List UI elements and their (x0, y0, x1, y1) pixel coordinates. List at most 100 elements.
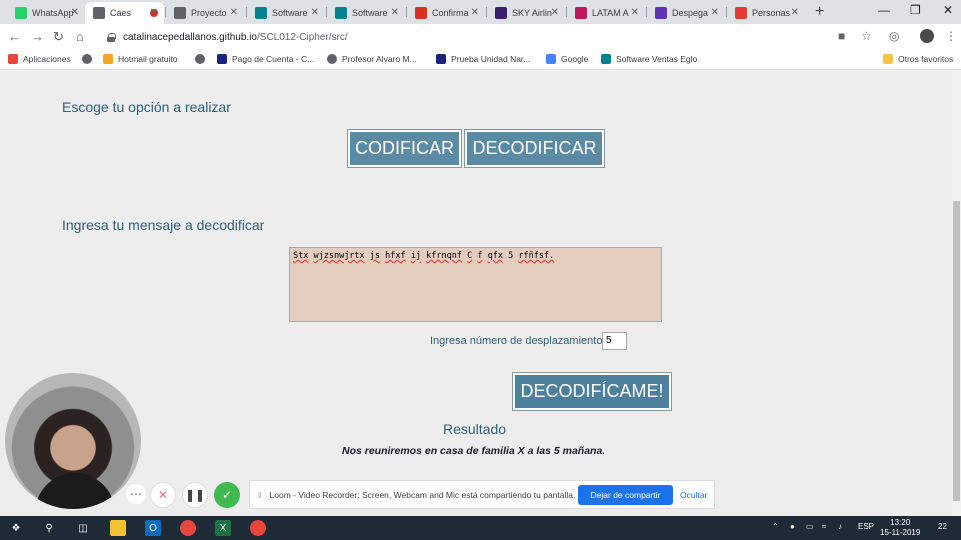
bookmark-label: Software Ventas Eglo (616, 54, 698, 64)
browser-tab[interactable]: SKY Airlin ✕ (487, 2, 565, 24)
pause-icon[interactable]: ❚❚ (182, 482, 208, 508)
other-bookmarks[interactable]: Otros favoritos (883, 54, 953, 64)
message-word: js (369, 251, 381, 261)
wifi-icon[interactable]: ≈ (822, 522, 826, 531)
new-tab-button[interactable]: + (815, 3, 824, 21)
page-scrollbar[interactable] (952, 71, 961, 516)
search-icon[interactable]: ⚲ (41, 520, 57, 536)
home-icon[interactable]: ⌂ (76, 29, 84, 44)
msn-icon (103, 54, 113, 64)
profile-avatar[interactable] (920, 29, 934, 43)
bookmark-item[interactable]: Profesor Alvaro M... (327, 54, 417, 64)
decode-me-button[interactable]: DECODIFÍCAME! (512, 372, 672, 411)
browser-tab[interactable]: LATAM A ✕ (567, 2, 645, 24)
clock-date: 15-11-2019 (880, 528, 921, 537)
volume-icon[interactable]: ♪ (838, 522, 842, 531)
bookmark-item[interactable]: Google (546, 54, 588, 64)
tray-expand-icon[interactable]: ⌃ (772, 522, 779, 531)
browser-tab[interactable]: Proyecto ✕ (166, 2, 244, 24)
bookmark-item[interactable]: Hotmail gratuito (103, 54, 178, 64)
tab-separator (406, 7, 407, 17)
browser-tab[interactable]: Personas ✕ (727, 2, 805, 24)
window-close-icon[interactable]: ✕ (943, 3, 953, 17)
task-view-icon[interactable]: ◫ (75, 520, 91, 536)
url-path: /SCL012-Cipher/src/ (257, 31, 348, 43)
stop-sharing-button[interactable]: Dejar de compartir (578, 485, 673, 505)
browser-tab[interactable]: WhatsApp ✕ (7, 2, 85, 24)
browser-tab[interactable]: Software ✕ (247, 2, 325, 24)
bookmark-item[interactable]: Pago de Cuenta - C... (217, 54, 314, 64)
browser-tab[interactable]: Despega ✕ (647, 2, 725, 24)
restore-icon[interactable]: ❐ (910, 3, 921, 17)
tab-close-icon[interactable]: ✕ (71, 7, 79, 18)
language-indicator[interactable]: ESP (858, 522, 874, 531)
tab-close-icon[interactable]: ✕ (711, 7, 719, 18)
battery-icon[interactable]: ▭ (806, 522, 814, 531)
bookmark-star-icon[interactable]: ☆ (861, 29, 872, 43)
globe-icon (327, 54, 337, 64)
menu-dots-icon[interactable]: ⋮ (945, 29, 957, 43)
bookmark-item[interactable]: Software Ventas Eglo (601, 54, 697, 64)
shift-input[interactable]: 5 (602, 332, 627, 350)
bookmark-item[interactable]: Aplicaciones (8, 54, 71, 64)
hide-link[interactable]: Ocultar (680, 490, 707, 500)
excel-icon[interactable]: X (215, 520, 231, 536)
camera-icon[interactable]: ■ (838, 29, 845, 43)
address-bar[interactable]: catalinacepedallanos.github.io/SCL012-Ci… (97, 27, 877, 47)
bookmark-item[interactable] (195, 54, 210, 64)
tab-label: Caes (110, 8, 132, 18)
browser-tab[interactable]: Confirma ✕ (407, 2, 485, 24)
tab-separator (326, 7, 327, 17)
tab-close-icon[interactable]: ✕ (311, 7, 319, 18)
message-word: rfñfsf. (518, 251, 555, 261)
finish-recording-icon[interactable]: ✓ (214, 482, 240, 508)
cancel-recording-icon[interactable]: ✕ (150, 482, 176, 508)
bookmark-label: Hotmail gratuito (118, 54, 178, 64)
decode-button[interactable]: DECODIFICAR (464, 129, 605, 168)
windows-start-icon[interactable]: ❖ (8, 520, 24, 536)
microphone-icon[interactable]: ● (790, 522, 795, 531)
tab-separator (246, 7, 247, 17)
tab-close-icon[interactable]: ✕ (230, 7, 238, 18)
extension-icon[interactable]: ◎ (889, 29, 899, 43)
latam-icon (575, 7, 587, 19)
chrome-icon[interactable] (180, 520, 196, 536)
tab-close-icon[interactable]: ✕ (391, 7, 399, 18)
message-word: C (467, 251, 473, 261)
outlook-icon[interactable]: O (145, 520, 161, 536)
forward-icon[interactable]: → (31, 29, 44, 44)
bookmark-item[interactable] (82, 54, 97, 64)
globe-icon (82, 54, 92, 64)
minimize-icon[interactable]: — (878, 3, 890, 17)
webcam-bubble[interactable] (5, 373, 141, 509)
message-word: 5 (508, 251, 514, 261)
file-explorer-icon[interactable] (110, 520, 126, 536)
bookmark-label: Prueba Unidad Nar... (451, 54, 531, 64)
flag-icon (335, 7, 347, 19)
more-options-icon[interactable]: ⋯ (126, 484, 146, 504)
browser-tab[interactable]: Caes ✕ (85, 2, 164, 24)
clock-time: 13:20 (890, 518, 911, 527)
reload-icon[interactable]: ↻ (53, 29, 64, 45)
tab-close-icon[interactable]: ✕ (150, 7, 158, 18)
message-textarea[interactable]: Stx wjzsnwjrtx js hfxf ij kfrnqnf C f qf… (289, 247, 662, 322)
s-icon (436, 54, 446, 64)
tab-close-icon[interactable]: ✕ (551, 7, 559, 18)
encode-button[interactable]: CODIFICAR (347, 129, 462, 168)
share-message: Loom - Video Recorder: Screen, Webcam an… (269, 489, 576, 500)
browser-tab[interactable]: Software ✕ (327, 2, 405, 24)
drag-handle-icon[interactable]: ‖ (258, 490, 262, 500)
chrome-icon[interactable] (250, 520, 266, 536)
notifications-icon[interactable]: 22 (938, 522, 947, 531)
clock[interactable]: 13:20 15-11-2019 (880, 518, 920, 538)
bookmark-item[interactable]: Prueba Unidad Nar... (436, 54, 530, 64)
message-word: kfrnqnf (426, 251, 462, 261)
message-word: ij (410, 251, 422, 261)
scroll-thumb[interactable] (953, 201, 960, 501)
back-icon[interactable]: ← (8, 29, 21, 44)
tab-close-icon[interactable]: ✕ (471, 7, 479, 18)
bank-icon (735, 7, 747, 19)
tab-close-icon[interactable]: ✕ (791, 7, 799, 18)
message-word: wjzsnwjrtx (313, 251, 365, 261)
tab-close-icon[interactable]: ✕ (631, 7, 639, 18)
